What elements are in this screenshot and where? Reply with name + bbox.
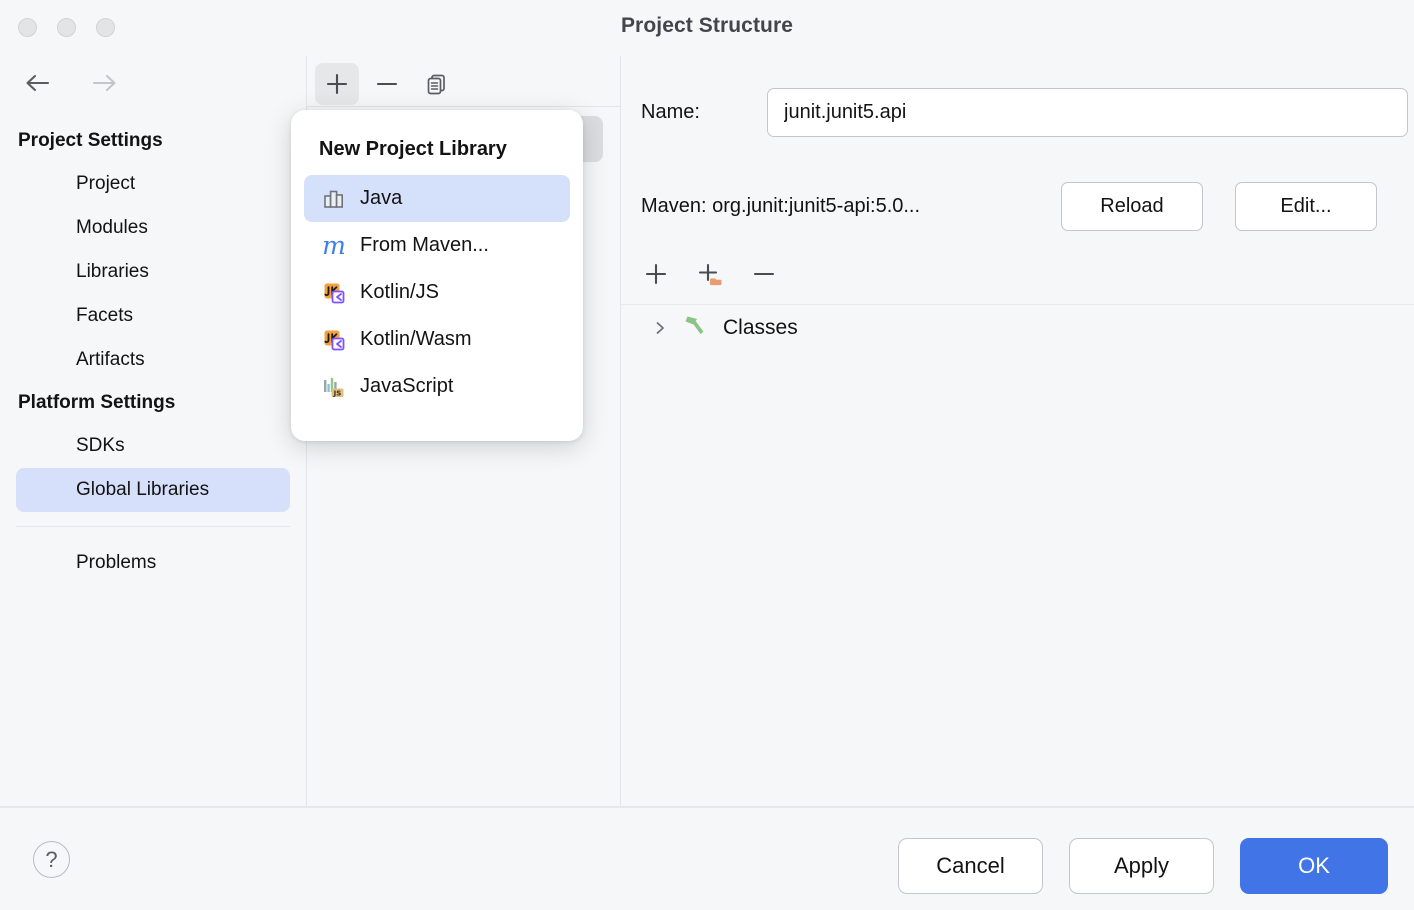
- kotlin-js-icon: [321, 280, 347, 306]
- popup-item-javascript[interactable]: JS JavaScript: [304, 363, 570, 410]
- page-title: Project Structure: [0, 14, 1414, 38]
- dialog-buttons: Cancel Apply OK: [898, 838, 1388, 894]
- sidebar-item-project[interactable]: Project: [16, 162, 290, 206]
- maven-coordinates-row: Maven: org.junit:junit5-api:5.0... Reloa…: [641, 182, 1409, 231]
- reload-button[interactable]: Reload: [1061, 182, 1203, 231]
- plus-folder-icon[interactable]: [695, 259, 725, 294]
- sidebar-item-facets[interactable]: Facets: [16, 294, 290, 338]
- sidebar-item-global-libraries[interactable]: Global Libraries: [16, 468, 290, 512]
- copy-icon[interactable]: [415, 63, 459, 105]
- hammer-icon: [681, 310, 711, 346]
- toolbar-separator: [307, 106, 620, 107]
- navigation-bar: [22, 70, 130, 96]
- minus-icon[interactable]: [749, 259, 779, 294]
- tree-row-label: Classes: [723, 316, 798, 340]
- cancel-button[interactable]: Cancel: [898, 838, 1043, 894]
- library-roots-tree: Classes: [621, 305, 1414, 351]
- library-roots-toolbar: [641, 254, 779, 298]
- name-row: Name:: [641, 88, 1408, 137]
- sidebar-item-sdks[interactable]: SDKs: [16, 424, 290, 468]
- name-input[interactable]: [767, 88, 1408, 137]
- popup-item-java[interactable]: Java: [304, 175, 570, 222]
- sidebar-group-project-settings: Project Settings: [0, 120, 306, 162]
- java-library-icon: [321, 186, 347, 212]
- popup-title: New Project Library: [299, 120, 575, 175]
- project-structure-dialog: Project Structure Project Settings Proje…: [0, 0, 1414, 910]
- popup-item-label: JavaScript: [360, 375, 453, 398]
- libraries-toolbar: [307, 56, 620, 106]
- popup-item-label: Kotlin/JS: [360, 281, 439, 304]
- add-library-button[interactable]: [315, 63, 359, 105]
- title-bar: Project Structure: [0, 0, 1414, 56]
- sidebar-item-problems[interactable]: Problems: [16, 541, 290, 585]
- remove-library-button[interactable]: [365, 63, 409, 105]
- popup-item-label: From Maven...: [360, 234, 489, 257]
- help-button[interactable]: ?: [33, 841, 70, 878]
- svg-text:JS: JS: [333, 389, 342, 397]
- popup-item-kotlin-js[interactable]: Kotlin/JS: [304, 269, 570, 316]
- chevron-right-icon[interactable]: [651, 319, 669, 337]
- settings-sidebar: Project Settings Project Modules Librari…: [0, 120, 306, 806]
- popup-item-kotlin-wasm[interactable]: Kotlin/Wasm: [304, 316, 570, 363]
- sidebar-divider: [16, 526, 290, 527]
- javascript-icon: JS: [321, 374, 347, 400]
- edit-button[interactable]: Edit...: [1235, 182, 1377, 231]
- plus-icon[interactable]: [641, 259, 671, 294]
- sidebar-group-platform-settings: Platform Settings: [0, 382, 306, 424]
- arrow-left-icon[interactable]: [22, 70, 62, 96]
- new-project-library-popup: New Project Library Java m From Maven...: [291, 110, 583, 441]
- maven-coordinates-label: Maven: org.junit:junit5-api:5.0...: [641, 195, 1061, 218]
- popup-item-label: Kotlin/Wasm: [360, 328, 472, 351]
- popup-item-from-maven[interactable]: m From Maven...: [304, 222, 570, 269]
- ok-button[interactable]: OK: [1240, 838, 1388, 894]
- name-label: Name:: [641, 101, 745, 124]
- sidebar-item-libraries[interactable]: Libraries: [16, 250, 290, 294]
- dialog-footer: ? Cancel Apply OK: [0, 808, 1414, 910]
- sidebar-item-modules[interactable]: Modules: [16, 206, 290, 250]
- sidebar-item-artifacts[interactable]: Artifacts: [16, 338, 290, 382]
- tree-row[interactable]: Classes: [621, 305, 1414, 351]
- kotlin-wasm-icon: [321, 327, 347, 353]
- apply-button[interactable]: Apply: [1069, 838, 1214, 894]
- arrow-right-icon[interactable]: [90, 70, 130, 96]
- library-detail-panel: Name: Maven: org.junit:junit5-api:5.0...…: [621, 56, 1414, 806]
- popup-item-label: Java: [360, 187, 402, 210]
- maven-icon: m: [321, 233, 347, 259]
